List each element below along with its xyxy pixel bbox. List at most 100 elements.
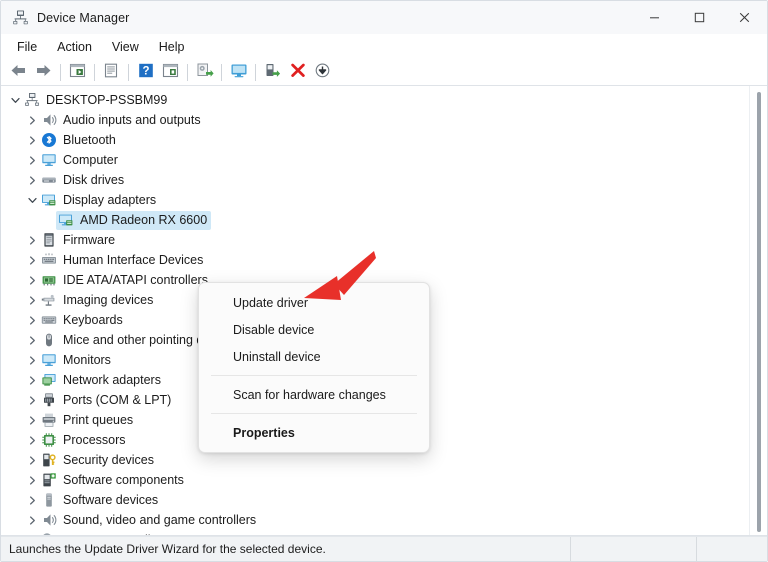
- tree-item[interactable]: Software devices: [1, 490, 749, 510]
- chevron-right-icon[interactable]: [25, 110, 39, 130]
- minimize-button[interactable]: [632, 1, 677, 34]
- tree-item-content: Ports (COM & LPT): [39, 391, 175, 410]
- chevron-right-icon[interactable]: [25, 350, 39, 370]
- tree-item[interactable]: Disk drives: [1, 170, 749, 190]
- computer-icon: [41, 152, 57, 168]
- context-menu-item-uninstall-device[interactable]: Uninstall device: [199, 343, 429, 370]
- display-adapter-icon: [58, 212, 74, 228]
- tree-item-content: Software devices: [39, 491, 162, 510]
- disable-device-button[interactable]: [310, 61, 335, 84]
- chevron-right-icon[interactable]: [25, 450, 39, 470]
- tree-item-content: IDE ATA/ATAPI controllers: [39, 271, 212, 290]
- tree-item[interactable]: Firmware: [1, 230, 749, 250]
- device-tree-area: DESKTOP-PSSBM99 Audio inputs and outputs…: [1, 86, 767, 536]
- context-menu[interactable]: Update driver Disable device Uninstall dev…: [198, 282, 430, 453]
- chevron-right-icon[interactable]: [25, 130, 39, 150]
- port-icon: [41, 392, 57, 408]
- tree-item[interactable]: Storage controllers: [1, 530, 749, 535]
- help-button[interactable]: ?: [133, 61, 158, 84]
- toolbar-separator: [221, 63, 222, 81]
- chevron-right-icon[interactable]: [25, 170, 39, 190]
- scrollbar-thumb[interactable]: [757, 92, 761, 532]
- help-question-icon: ?: [138, 63, 154, 81]
- uninstall-device-button[interactable]: [285, 61, 310, 84]
- tree-item-label: IDE ATA/ATAPI controllers: [63, 272, 208, 287]
- tree-item[interactable]: Display adapters: [1, 190, 749, 210]
- chevron-down-icon[interactable]: [25, 190, 39, 210]
- disable-device-down-icon: [314, 63, 331, 81]
- chevron-right-icon[interactable]: [25, 490, 39, 510]
- context-menu-item-properties[interactable]: Properties: [199, 419, 429, 446]
- close-button[interactable]: [722, 1, 767, 34]
- menu-view[interactable]: View: [102, 37, 149, 57]
- show-hide-console-tree-button[interactable]: [65, 61, 90, 84]
- tree-item-label: Sound, video and game controllers: [63, 512, 257, 527]
- bluetooth-icon: [41, 132, 57, 148]
- enable-device-button[interactable]: [260, 61, 285, 84]
- chevron-right-icon[interactable]: [25, 310, 39, 330]
- toolbar-separator: [128, 63, 129, 81]
- mouse-icon: [41, 332, 57, 348]
- tree-item[interactable]: Bluetooth: [1, 130, 749, 150]
- chevron-right-icon[interactable]: [25, 530, 39, 535]
- tree-item-selected[interactable]: AMD Radeon RX 6600: [1, 210, 749, 230]
- tree-item[interactable]: Human Interface Devices: [1, 250, 749, 270]
- chevron-right-icon[interactable]: [25, 410, 39, 430]
- properties-button[interactable]: [99, 61, 124, 84]
- context-menu-item-scan-for-hardware-changes[interactable]: Scan for hardware changes: [199, 381, 429, 408]
- chevron-right-icon[interactable]: [25, 330, 39, 350]
- chevron-right-icon[interactable]: [25, 390, 39, 410]
- chevron-right-icon[interactable]: [25, 230, 39, 250]
- window-controls: [632, 1, 767, 34]
- context-menu-item-disable-device[interactable]: Disable device: [199, 316, 429, 343]
- menu-file[interactable]: File: [7, 37, 47, 57]
- scan-hardware-changes-button[interactable]: [226, 61, 251, 84]
- tree-item[interactable]: Security devices: [1, 450, 749, 470]
- menu-help[interactable]: Help: [149, 37, 195, 57]
- tree-item-label: Audio inputs and outputs: [63, 112, 201, 127]
- chevron-right-icon[interactable]: [25, 370, 39, 390]
- chevron-right-icon[interactable]: [25, 290, 39, 310]
- tree-item-content: AMD Radeon RX 6600: [56, 210, 212, 230]
- menu-bar: File Action View Help: [1, 34, 767, 59]
- update-driver-button[interactable]: [192, 61, 217, 84]
- chevron-right-icon[interactable]: [25, 270, 39, 290]
- vertical-scrollbar[interactable]: [749, 86, 767, 535]
- scan-monitor-icon: [230, 63, 248, 81]
- view-details-button[interactable]: [158, 61, 183, 84]
- maximize-button[interactable]: [677, 1, 722, 34]
- tree-item-content: Disk drives: [39, 171, 128, 190]
- tree-item-label: Ports (COM & LPT): [63, 392, 172, 407]
- update-driver-icon: [196, 63, 214, 81]
- chevron-right-icon[interactable]: [25, 470, 39, 490]
- chevron-right-icon[interactable]: [25, 430, 39, 450]
- back-button[interactable]: [6, 61, 31, 84]
- tree-item-content: Monitors: [39, 351, 115, 370]
- context-menu-item-update-driver[interactable]: Update driver: [199, 289, 429, 316]
- chevron-right-icon[interactable]: [25, 510, 39, 530]
- tree-item-content: Display adapters: [39, 191, 160, 210]
- toolbar-separator: [187, 63, 188, 81]
- tree-item[interactable]: Audio inputs and outputs: [1, 110, 749, 130]
- tree-item[interactable]: Software components: [1, 470, 749, 490]
- menu-action[interactable]: Action: [47, 37, 102, 57]
- window-title: Device Manager: [37, 10, 130, 25]
- tree-item-label: AMD Radeon RX 6600: [80, 212, 208, 227]
- properties-page-icon: [103, 63, 120, 81]
- tree-item-content: Print queues: [39, 411, 137, 430]
- tree-item[interactable]: Sound, video and game controllers: [1, 510, 749, 530]
- tree-item-label: Network adapters: [63, 372, 161, 387]
- chevron-down-icon[interactable]: [8, 90, 22, 110]
- title-bar-left: Device Manager: [1, 9, 129, 26]
- console-tree-icon: [69, 63, 86, 81]
- storage-controller-icon: [41, 532, 57, 535]
- tree-root-item[interactable]: DESKTOP-PSSBM99: [1, 90, 749, 110]
- tree-item-content: Bluetooth: [39, 131, 120, 150]
- chevron-right-icon[interactable]: [25, 250, 39, 270]
- forward-button[interactable]: [31, 61, 56, 84]
- view-details-icon: [162, 63, 179, 81]
- tree-item[interactable]: Computer: [1, 150, 749, 170]
- enable-device-icon: [264, 63, 282, 81]
- tree-item-label: Firmware: [63, 232, 116, 247]
- chevron-right-icon[interactable]: [25, 150, 39, 170]
